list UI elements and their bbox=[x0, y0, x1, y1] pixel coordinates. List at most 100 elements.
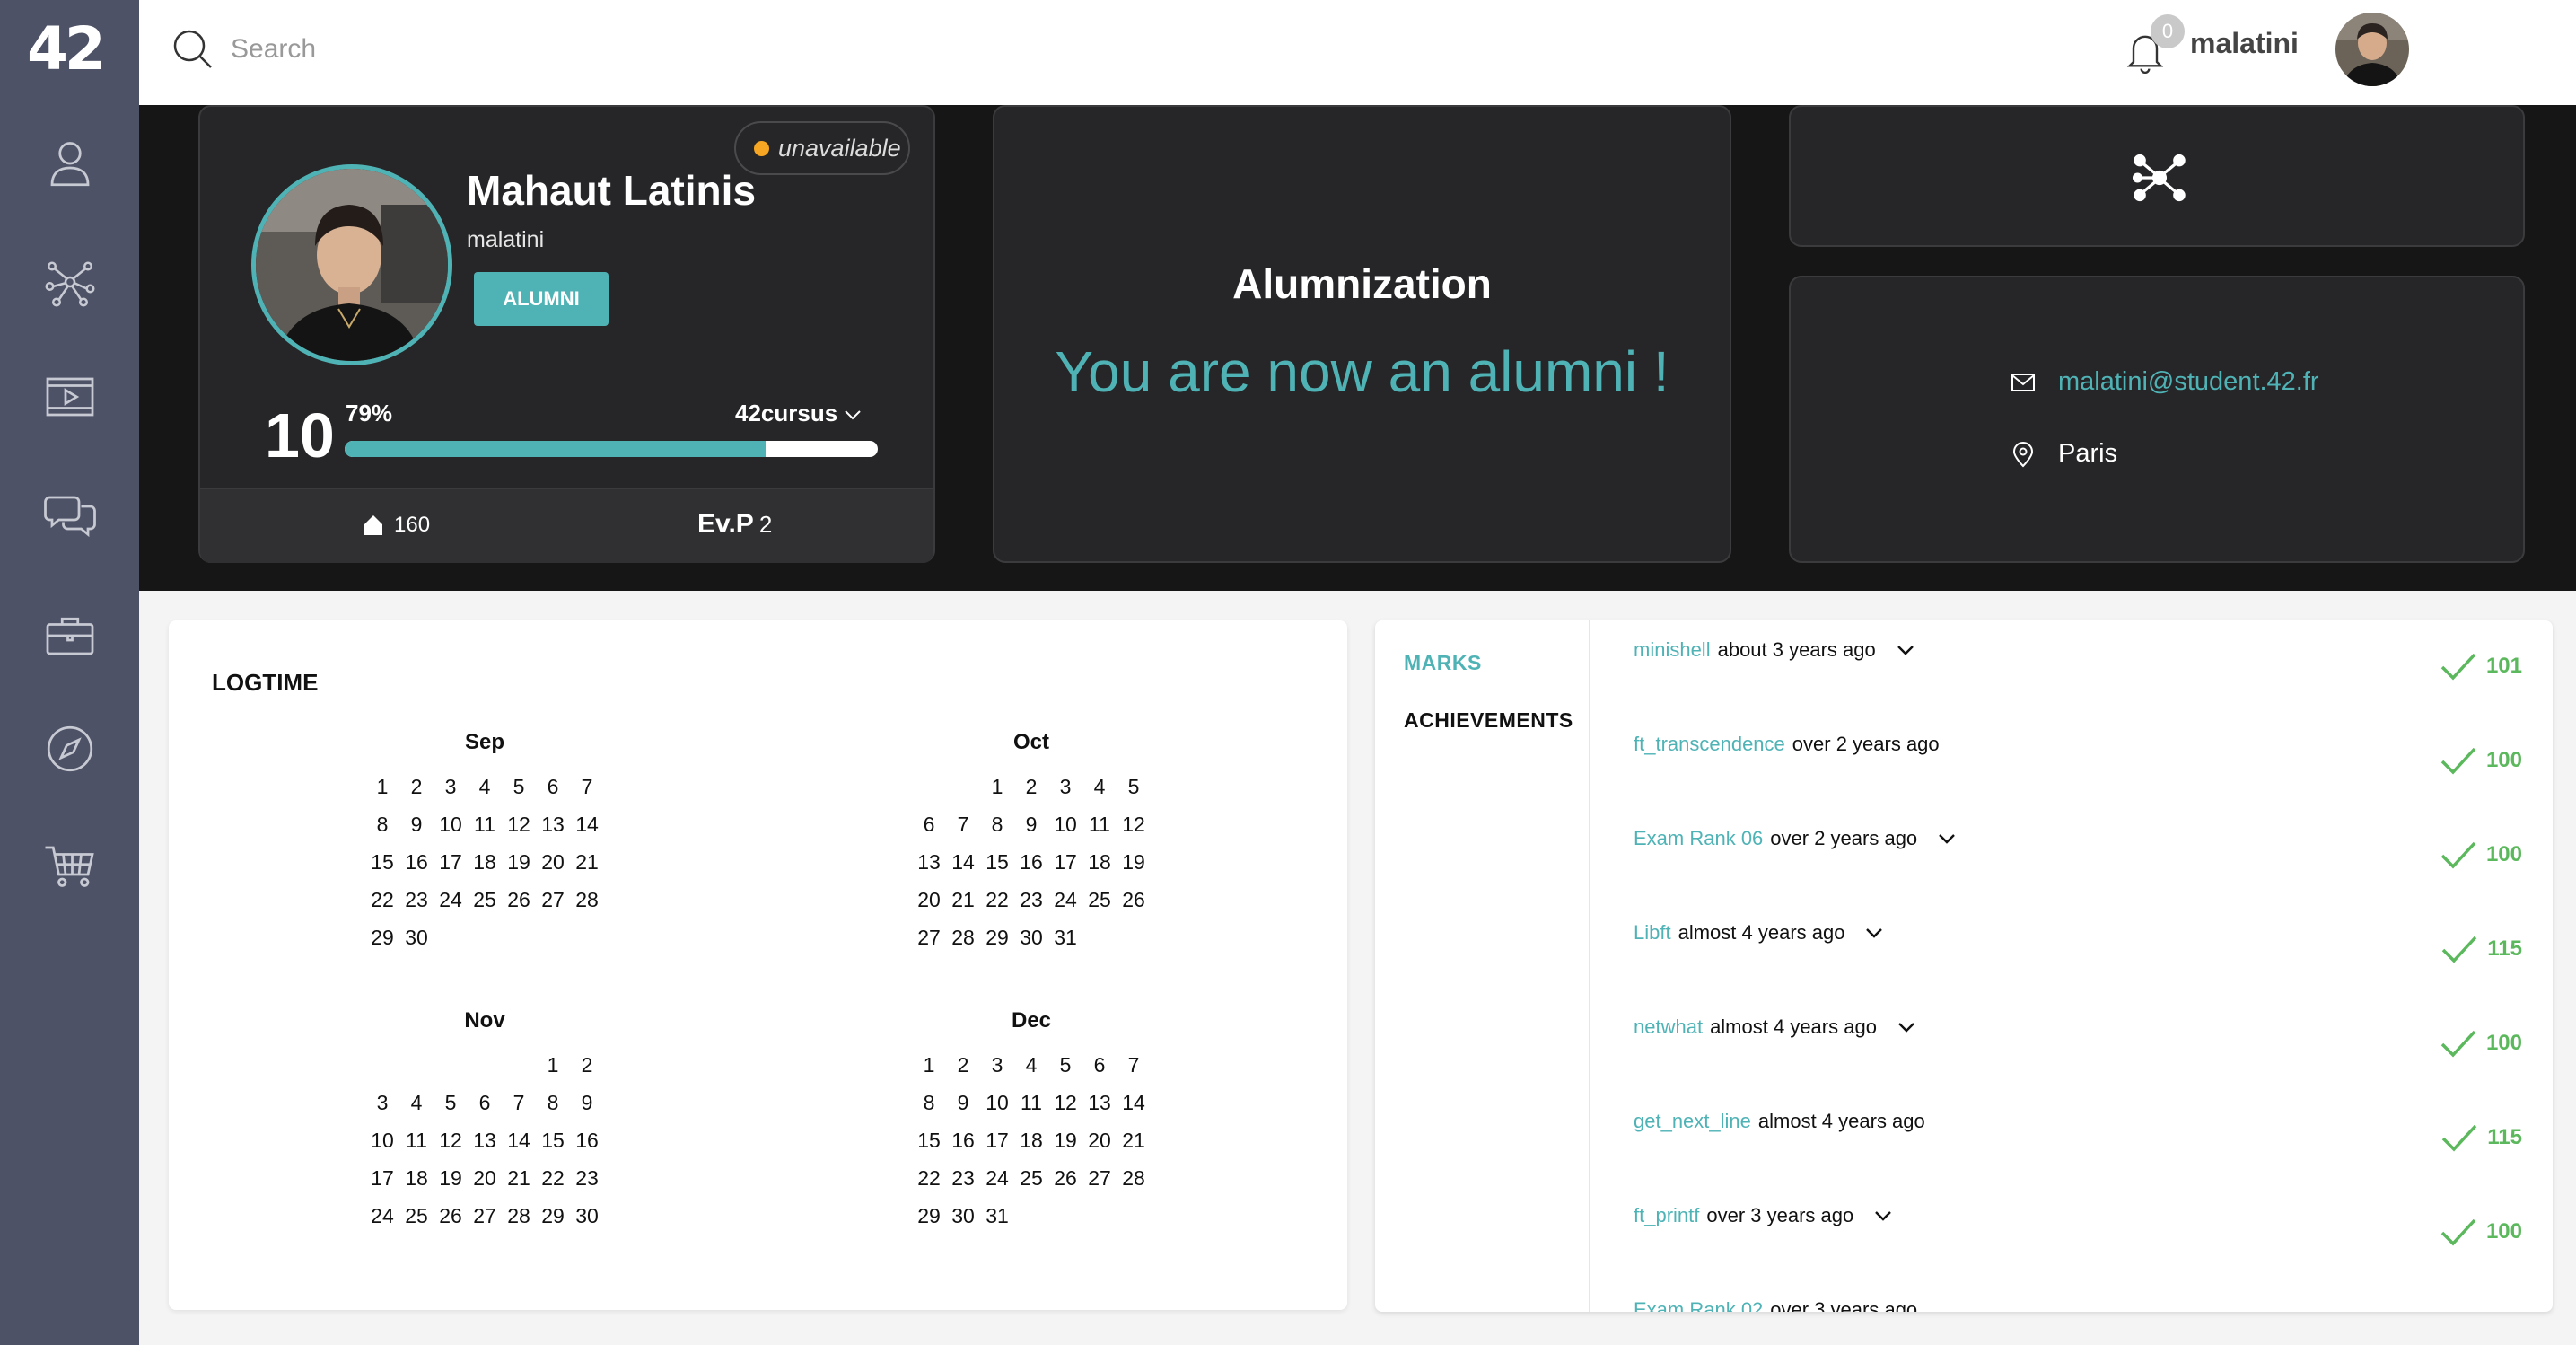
calendar-day: 11 bbox=[1021, 1091, 1042, 1114]
score-value: 100 bbox=[2485, 1219, 2522, 1244]
calendar-day: 13 bbox=[473, 1129, 496, 1152]
calendar-day: 17 bbox=[439, 850, 462, 874]
logtime-panel: LOGTIME Sep 1 2 3 4 5 6 7 8 9 10 11 12 13 14 15 16 17 18 1… bbox=[169, 620, 1347, 1310]
network-icon bbox=[2132, 154, 2186, 202]
check-icon bbox=[2440, 747, 2476, 775]
mark-row: minishell about 3 years ago 101 bbox=[1634, 638, 2522, 689]
project-link[interactable]: Libft bbox=[1634, 921, 1671, 945]
calendar-day: 11 bbox=[406, 1129, 427, 1152]
calendar-day: 20 bbox=[917, 888, 941, 911]
calendar-blank bbox=[912, 773, 946, 800]
chevron-down-icon[interactable] bbox=[1894, 638, 1917, 662]
calendar-day: 23 bbox=[951, 1166, 975, 1190]
calendar-day: 4 bbox=[1093, 775, 1106, 798]
calendar-day: 1 bbox=[547, 1053, 559, 1077]
calendar-day: 5 bbox=[1127, 775, 1140, 798]
nav-profile-user-icon[interactable] bbox=[38, 131, 102, 196]
calendar-day: 21 bbox=[507, 1166, 530, 1190]
calendar-day: 18 bbox=[405, 1166, 428, 1190]
chevron-down-icon[interactable] bbox=[1935, 827, 1958, 850]
mark-time: over 3 years ago bbox=[1706, 1204, 1854, 1226]
mark-score: 115 bbox=[2440, 934, 2522, 964]
calendar-day: 12 bbox=[1122, 813, 1145, 836]
header-username[interactable]: malatini bbox=[2190, 27, 2299, 60]
email-link[interactable]: malatini@student.42.fr bbox=[2010, 367, 2319, 397]
evaluation-points: Ev.P 2 bbox=[697, 509, 772, 540]
calendar-day: 19 bbox=[507, 850, 530, 874]
calendar-day: 1 bbox=[923, 1053, 935, 1077]
calendar-day: 24 bbox=[986, 1166, 1009, 1190]
month-name: Nov bbox=[464, 1008, 505, 1033]
calendar-day: 22 bbox=[917, 1166, 941, 1190]
app-logo[interactable]: 42 bbox=[27, 20, 106, 79]
calendar-day: 7 bbox=[957, 813, 969, 836]
calendar-day: 20 bbox=[541, 850, 565, 874]
mark-time: over 2 years ago bbox=[1770, 827, 1918, 849]
project-link[interactable]: get_next_line bbox=[1634, 1110, 1751, 1133]
mark-info: get_next_line almost 4 years ago bbox=[1634, 1110, 1925, 1133]
chevron-down-icon[interactable] bbox=[1895, 1015, 1918, 1039]
nav-video-icon[interactable] bbox=[38, 365, 102, 429]
alumnization-card: Alumnization You are now an alumni ! bbox=[993, 105, 1731, 563]
calendar-day: 25 bbox=[1088, 888, 1111, 911]
search-input[interactable] bbox=[231, 25, 769, 74]
calendar-day: 16 bbox=[951, 1129, 975, 1152]
profile-footer: 160 Ev.P 2 bbox=[200, 488, 933, 563]
calendar-day: 6 bbox=[478, 1091, 491, 1114]
calendar-day: 22 bbox=[541, 1166, 565, 1190]
nav-network-icon[interactable] bbox=[38, 250, 102, 314]
project-link[interactable]: ft_printf bbox=[1634, 1204, 1699, 1227]
chevron-down-icon[interactable] bbox=[1862, 921, 1886, 945]
calendar-day: 9 bbox=[1025, 813, 1038, 836]
calendar-day: 25 bbox=[405, 1204, 428, 1227]
cursus-label: 42cursus bbox=[735, 400, 838, 426]
score-value: 101 bbox=[2485, 654, 2522, 678]
project-link[interactable]: Exam Rank 06 bbox=[1634, 827, 1763, 850]
cursus-select[interactable]: 42cursus bbox=[735, 400, 862, 427]
calendar-day: 27 bbox=[1088, 1166, 1111, 1190]
calendar-day: 5 bbox=[1059, 1053, 1072, 1077]
alumnization-title: Alumnization bbox=[1232, 260, 1492, 307]
nav-briefcase-icon[interactable] bbox=[38, 603, 102, 668]
calendar-day: 7 bbox=[513, 1091, 525, 1114]
calendar-day: 25 bbox=[473, 888, 496, 911]
tab-achievements[interactable]: ACHIEVEMENTS bbox=[1404, 708, 1573, 733]
sidebar: 42 bbox=[0, 0, 139, 1345]
level-percent: 79% bbox=[346, 400, 393, 426]
calendar-day: 26 bbox=[439, 1204, 462, 1227]
calendar-blank bbox=[468, 1051, 502, 1078]
profile-full-name: Mahaut Latinis bbox=[467, 167, 757, 214]
alumni-button[interactable]: ALUMNI bbox=[474, 272, 609, 326]
calendar-day: 9 bbox=[957, 1091, 969, 1114]
header-avatar[interactable] bbox=[2335, 13, 2409, 86]
calendar-day: 10 bbox=[371, 1129, 394, 1152]
calendar-day: 15 bbox=[986, 850, 1009, 874]
email-text: malatini@student.42.fr bbox=[2058, 367, 2319, 396]
nav-cart-icon[interactable] bbox=[38, 833, 102, 898]
project-link[interactable]: netwhat bbox=[1634, 1015, 1703, 1039]
mark-time: over 3 years ago bbox=[1770, 1298, 1918, 1312]
calendar-day: 14 bbox=[575, 813, 599, 836]
project-link[interactable]: minishell bbox=[1634, 638, 1711, 662]
network-card[interactable] bbox=[1789, 105, 2525, 247]
mark-row: ft_printf over 3 years ago 100 bbox=[1634, 1204, 2522, 1254]
project-link[interactable]: ft_transcendence bbox=[1634, 733, 1785, 756]
mark-score: 115 bbox=[2440, 1122, 2522, 1153]
calendar-day: 29 bbox=[541, 1204, 565, 1227]
nav-chat-icon[interactable] bbox=[38, 483, 102, 548]
calendar-day: 16 bbox=[1020, 850, 1043, 874]
chevron-down-icon[interactable] bbox=[1871, 1204, 1895, 1227]
logtime-title: LOGTIME bbox=[212, 669, 319, 696]
calendar-day: 9 bbox=[581, 1091, 593, 1114]
calendar-day: 22 bbox=[986, 888, 1009, 911]
calendar-day: 19 bbox=[439, 1166, 462, 1190]
tab-marks[interactable]: MARKS bbox=[1404, 651, 1482, 675]
calendar-day: 8 bbox=[547, 1091, 559, 1114]
project-link[interactable]: Exam Rank 02 bbox=[1634, 1298, 1763, 1312]
calendar-day: 29 bbox=[986, 926, 1009, 949]
status-dot-icon bbox=[754, 140, 769, 156]
score-value: 100 bbox=[2485, 1031, 2522, 1055]
calendar-day: 6 bbox=[547, 775, 559, 798]
calendar-day: 15 bbox=[371, 850, 394, 874]
nav-compass-icon[interactable] bbox=[38, 716, 102, 781]
